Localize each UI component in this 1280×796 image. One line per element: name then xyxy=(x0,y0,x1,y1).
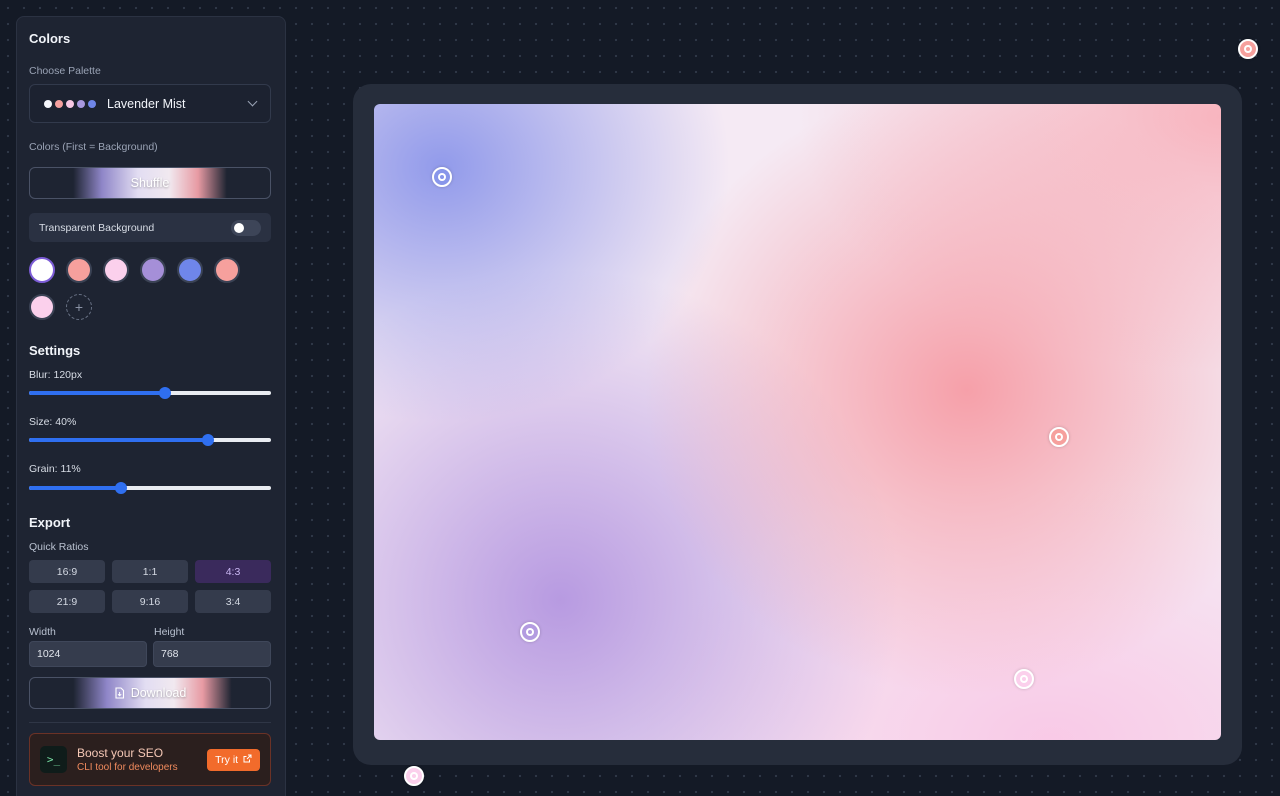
palette-select[interactable]: Lavender Mist xyxy=(29,84,271,123)
shuffle-button[interactable]: Shuffle xyxy=(29,167,271,199)
height-input[interactable] xyxy=(153,641,271,667)
slider-fill xyxy=(29,438,209,442)
slider-fill xyxy=(29,486,121,490)
size-slider[interactable] xyxy=(29,433,271,447)
ratio-button[interactable]: 3:4 xyxy=(195,590,271,613)
handle-core xyxy=(1057,435,1061,439)
gradient-point-handle[interactable] xyxy=(1014,669,1034,689)
color-swatch[interactable] xyxy=(177,257,203,283)
ratio-button[interactable]: 16:9 xyxy=(29,560,105,583)
transparent-background-label: Transparent Background xyxy=(39,221,155,234)
ratio-button[interactable]: 1:1 xyxy=(112,560,188,583)
promo-banner: >_ Boost your SEO CLI tool for developer… xyxy=(29,733,271,786)
choose-palette-label: Choose Palette xyxy=(29,65,101,77)
palette-name: Lavender Mist xyxy=(107,96,186,111)
ratio-button[interactable]: 21:9 xyxy=(29,590,105,613)
size-label: Size: 40% xyxy=(29,416,77,428)
palette-dot xyxy=(66,99,74,108)
palette-dot xyxy=(77,99,85,108)
quick-ratios-label: Quick Ratios xyxy=(29,541,89,553)
gradient-point-handle[interactable] xyxy=(520,622,540,642)
color-swatch[interactable] xyxy=(29,257,55,283)
sidebar: Colors Choose Palette Lavender Mist Colo… xyxy=(16,16,286,796)
height-label: Height xyxy=(154,626,185,638)
settings-heading: Settings xyxy=(29,343,81,358)
slider-knob[interactable] xyxy=(114,482,127,494)
handle-core xyxy=(412,774,416,778)
promo-subtitle: CLI tool for developers xyxy=(77,762,178,773)
try-it-button[interactable]: Try it xyxy=(207,748,260,771)
color-swatch[interactable] xyxy=(103,257,129,283)
export-heading: Export xyxy=(29,515,71,530)
grain-label: Grain: 11% xyxy=(29,463,81,475)
gradient-point-handle[interactable] xyxy=(1049,427,1069,447)
color-swatch[interactable] xyxy=(140,257,166,283)
width-label: Width xyxy=(29,626,56,638)
handle-core xyxy=(440,175,444,179)
file-download-icon xyxy=(115,687,124,699)
blur-slider[interactable] xyxy=(29,386,271,400)
transparent-background-row: Transparent Background xyxy=(29,213,271,242)
colors-label: Colors (First = Background) xyxy=(29,141,158,153)
color-swatch[interactable] xyxy=(66,257,92,283)
gradient-canvas[interactable] xyxy=(374,104,1221,740)
handle-core xyxy=(1246,47,1250,51)
palette-dot xyxy=(88,99,96,108)
grain-slider[interactable] xyxy=(29,481,271,495)
gradient-point-handle[interactable] xyxy=(432,167,452,187)
colors-heading: Colors xyxy=(29,31,71,46)
ratio-button[interactable]: 4:3 xyxy=(195,560,271,583)
color-swatch[interactable] xyxy=(29,294,55,320)
download-label: Download xyxy=(130,686,187,700)
ratio-button[interactable]: 9:16 xyxy=(112,590,188,613)
divider xyxy=(29,722,271,723)
color-swatches: + xyxy=(29,257,271,320)
slider-fill xyxy=(29,391,165,395)
ratio-buttons: 16:9 1:1 4:3 21:9 9:16 3:4 xyxy=(29,560,271,613)
external-link-icon xyxy=(243,754,252,762)
gradient-point-handle[interactable] xyxy=(1238,39,1258,59)
blur-label: Blur: 120px xyxy=(29,369,83,381)
handle-core xyxy=(528,630,532,634)
try-it-label: Try it xyxy=(215,753,239,766)
transparent-background-toggle[interactable] xyxy=(231,219,261,236)
add-color-button[interactable]: + xyxy=(66,294,92,320)
download-button[interactable]: Download xyxy=(29,677,271,709)
terminal-icon: >_ xyxy=(40,746,67,773)
handle-core xyxy=(1022,677,1026,681)
gradient-point-handle[interactable] xyxy=(404,766,424,786)
promo-title: Boost your SEO xyxy=(77,746,164,760)
chevron-down-icon xyxy=(247,96,258,107)
width-input[interactable] xyxy=(29,641,147,667)
palette-dot xyxy=(44,99,52,108)
color-swatch[interactable] xyxy=(214,257,240,283)
slider-knob[interactable] xyxy=(158,387,171,399)
slider-knob[interactable] xyxy=(202,434,215,446)
palette-dot xyxy=(55,99,63,108)
